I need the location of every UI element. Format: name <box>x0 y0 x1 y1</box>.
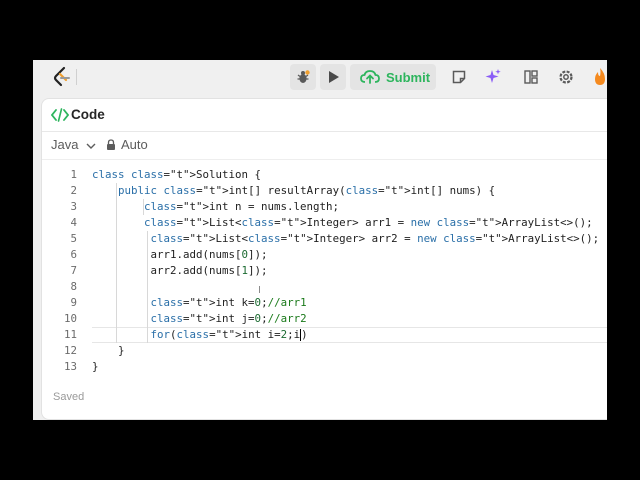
note-icon[interactable] <box>451 69 467 85</box>
submit-button[interactable]: Submit <box>350 64 436 90</box>
code-line: } <box>92 360 99 373</box>
language-bar: Java Auto <box>42 132 607 160</box>
submit-label: Submit <box>386 70 431 85</box>
code-icon <box>51 108 69 122</box>
code-line: } <box>92 344 125 357</box>
text-cursor-icon: I <box>258 285 261 296</box>
run-button[interactable] <box>320 64 346 90</box>
line-number: 7 <box>70 264 77 277</box>
line-number: 12 <box>63 344 77 357</box>
code-line: class="t">List<class="t">Integer> arr2 =… <box>150 232 600 245</box>
top-toolbar: Submit <box>33 60 607 94</box>
toolbar-divider <box>76 69 77 85</box>
code-line: public class="t">int[] resultArray(class… <box>118 184 496 197</box>
language-selector[interactable]: Java <box>51 137 96 152</box>
code-line: arr2.add(nums[1]); <box>92 264 268 277</box>
code-line-active: for(class="t">int i=2;i) <box>150 328 308 341</box>
line-number: 4 <box>70 216 77 229</box>
lock-icon <box>107 139 115 150</box>
line-number: 11 <box>63 328 77 341</box>
line-number: 10 <box>63 312 77 325</box>
gear-icon[interactable] <box>557 68 575 86</box>
leetcode-window: Submit Code Java Auto 1 2 3 4 5 6 7 8 9 … <box>33 60 607 420</box>
code-editor[interactable]: 1 2 3 4 5 6 7 8 9 10 11 12 13 class clas… <box>42 167 607 387</box>
line-number: 13 <box>63 360 77 373</box>
cloud-upload-icon <box>360 70 380 84</box>
line-number: 6 <box>70 248 77 261</box>
line-number: 9 <box>70 296 77 309</box>
code-panel-header: Code <box>42 99 607 132</box>
code-line: class="t">int k=0;//arr1 <box>150 296 307 309</box>
code-line: class="t">int n = nums.length; <box>144 200 340 213</box>
auto-mode-toggle[interactable]: Auto <box>121 137 148 152</box>
debug-icon <box>297 70 310 83</box>
fire-icon[interactable] <box>593 67 607 87</box>
line-number: 5 <box>70 232 77 245</box>
line-number: 1 <box>70 168 77 181</box>
line-number: 8 <box>70 280 77 293</box>
code-panel-title: Code <box>71 107 105 122</box>
layout-icon[interactable] <box>523 69 539 85</box>
line-number: 2 <box>70 184 77 197</box>
code-line: arr1.add(nums[0]); <box>92 248 268 261</box>
code-line: class class="t">Solution { <box>92 168 262 181</box>
text-caret <box>300 328 302 341</box>
debug-button[interactable] <box>290 64 316 90</box>
line-number: 3 <box>70 200 77 213</box>
leetcode-logo[interactable] <box>52 66 72 88</box>
run-icon <box>329 71 339 83</box>
code-line: class="t">int j=0;//arr2 <box>150 312 307 325</box>
language-label: Java <box>51 137 79 152</box>
save-status: Saved <box>53 391 85 403</box>
code-panel: Code Java Auto 1 2 3 4 5 6 7 8 9 10 11 1… <box>41 98 607 420</box>
code-line: class="t">List<class="t">Integer> arr1 =… <box>144 216 593 229</box>
sparkle-icon[interactable] <box>484 68 502 86</box>
chevron-down-icon <box>86 143 96 149</box>
